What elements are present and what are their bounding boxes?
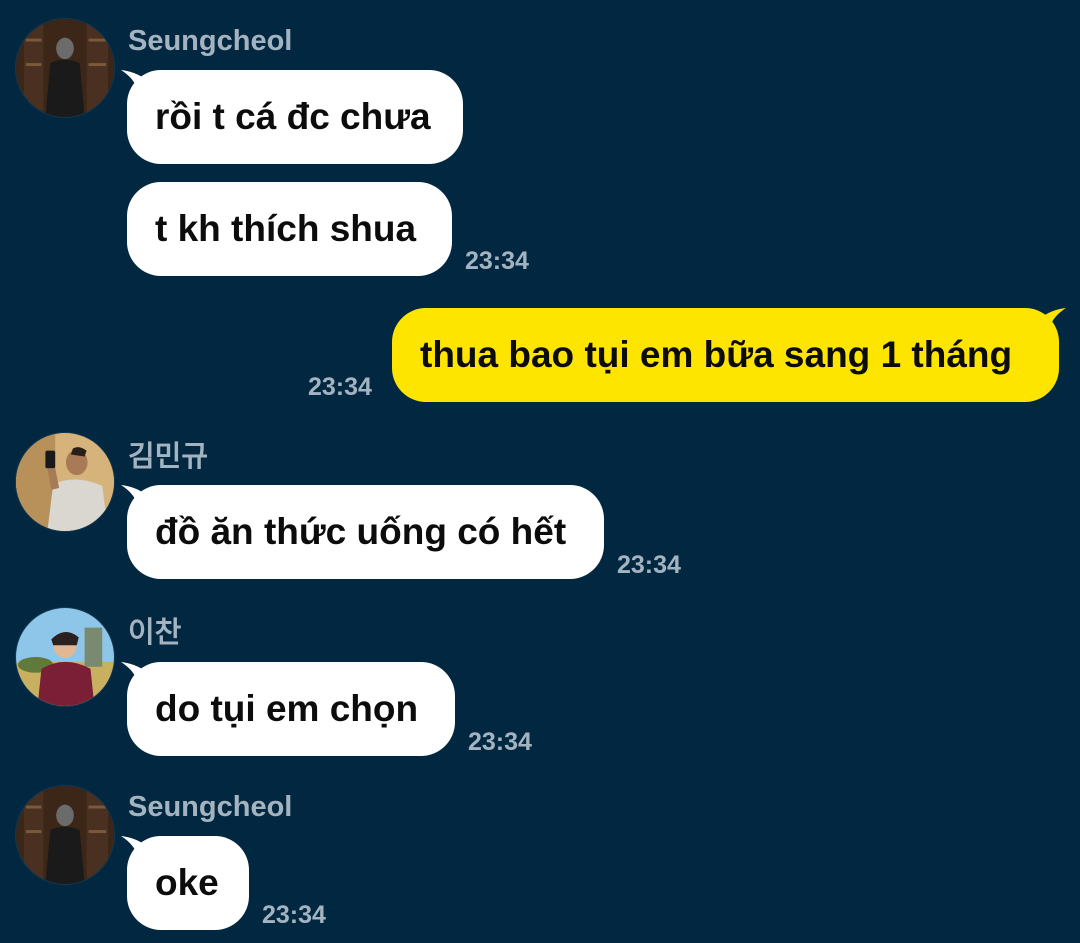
message-text: t kh thích shua bbox=[155, 208, 417, 249]
message-bubble[interactable]: oke bbox=[127, 836, 249, 930]
profile-photo-dark-icon bbox=[16, 19, 114, 117]
profile-photo-dark-icon bbox=[16, 786, 114, 884]
message-text: rồi t cá đc chưa bbox=[155, 96, 431, 137]
message-bubble-outgoing[interactable]: thua bao tụi em bữa sang 1 tháng bbox=[392, 308, 1059, 402]
message-timestamp: 23:34 bbox=[465, 247, 529, 275]
avatar-lee-chan[interactable] bbox=[15, 607, 115, 707]
profile-photo-mirror-selfie-icon bbox=[16, 433, 114, 531]
sender-name: 김민규 bbox=[128, 441, 209, 473]
sender-name: Seungcheol bbox=[128, 25, 293, 57]
message-text: thua bao tụi em bữa sang 1 tháng bbox=[420, 334, 1013, 375]
message-bubble[interactable]: do tụi em chọn bbox=[127, 662, 455, 756]
message-timestamp: 23:34 bbox=[468, 728, 532, 756]
message-timestamp: 23:34 bbox=[617, 551, 681, 579]
profile-photo-outdoor-icon bbox=[16, 608, 114, 706]
message-bubble[interactable]: rồi t cá đc chưa bbox=[127, 70, 463, 164]
avatar-seungcheol[interactable] bbox=[15, 785, 115, 885]
message-timestamp: 23:34 bbox=[308, 373, 372, 401]
message-bubble[interactable]: t kh thích shua bbox=[127, 182, 452, 276]
message-timestamp: 23:34 bbox=[262, 901, 326, 929]
sender-name: Seungcheol bbox=[128, 791, 293, 823]
message-bubble[interactable]: đồ ăn thức uống có hết bbox=[127, 485, 604, 579]
message-text: đồ ăn thức uống có hết bbox=[155, 511, 567, 552]
avatar-kim-mingyu[interactable] bbox=[15, 432, 115, 532]
bubble-tail bbox=[1036, 308, 1066, 334]
message-text: do tụi em chọn bbox=[155, 688, 419, 729]
avatar-seungcheol[interactable] bbox=[15, 18, 115, 118]
message-text: oke bbox=[155, 862, 219, 903]
sender-name: 이찬 bbox=[128, 617, 182, 649]
